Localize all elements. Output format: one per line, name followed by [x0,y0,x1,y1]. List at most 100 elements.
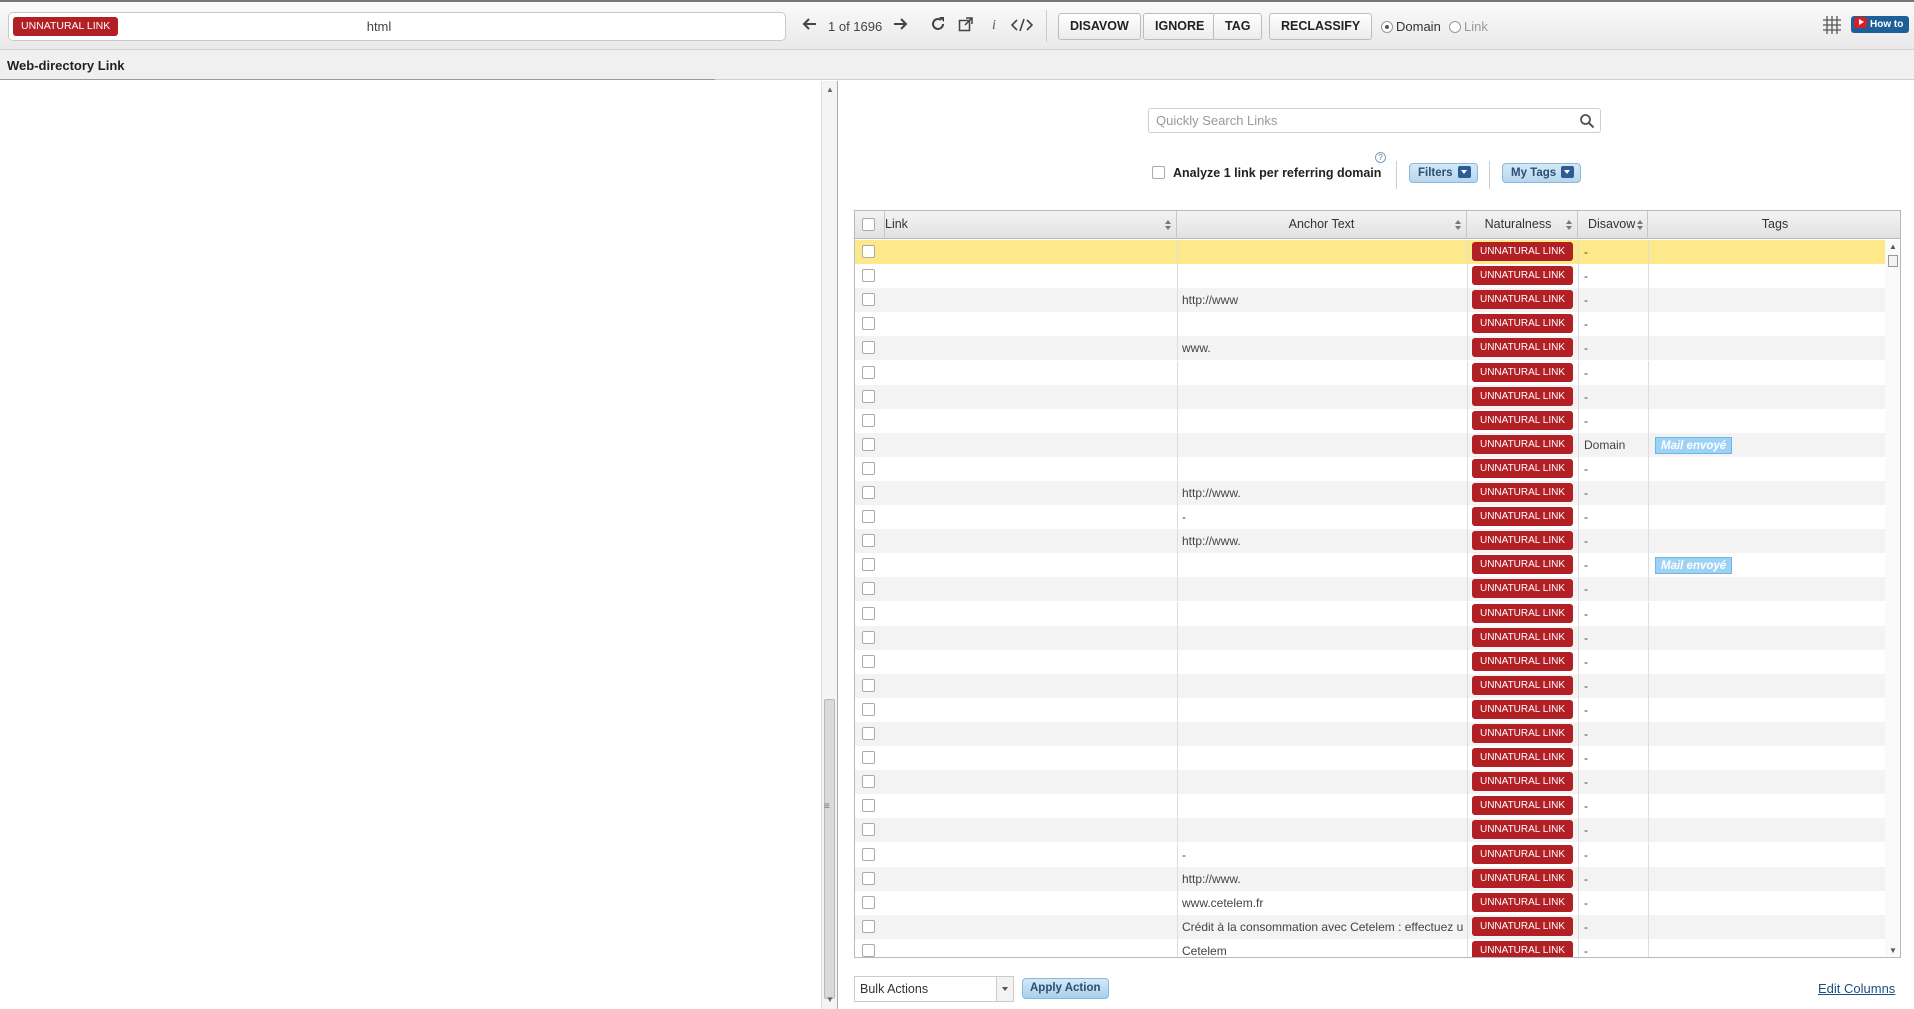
url-text[interactable]: html [154,13,604,40]
tag-badge[interactable]: Mail envoyé [1655,557,1733,575]
search-icon[interactable] [1579,113,1595,129]
link-cell[interactable] [885,505,1177,529]
table-row[interactable]: www.cetelem.fr UNNATURAL LINK - [855,891,1885,915]
naturalness-badge[interactable]: UNNATURAL LINK [1472,459,1573,478]
row-checkbox[interactable] [862,727,875,740]
row-checkbox[interactable] [862,245,875,258]
link-cell[interactable] [885,891,1177,915]
link-cell[interactable] [885,794,1177,818]
naturalness-badge[interactable]: UNNATURAL LINK [1472,387,1573,406]
column-header-anchor[interactable]: Anchor Text [1177,211,1467,239]
bulk-actions-select[interactable]: Bulk Actions [854,976,1014,1002]
naturalness-badge[interactable]: UNNATURAL LINK [1472,604,1573,623]
table-row[interactable]: UNNATURAL LINK - [855,385,1885,409]
column-header-link[interactable]: Link [885,211,1177,239]
naturalness-badge[interactable]: UNNATURAL LINK [1472,242,1573,261]
link-cell[interactable] [885,336,1177,360]
sort-icon[interactable] [1455,220,1462,230]
link-cell[interactable] [885,818,1177,842]
row-checkbox[interactable] [862,848,875,861]
naturalness-badge[interactable]: UNNATURAL LINK [1472,435,1573,454]
naturalness-badge[interactable]: UNNATURAL LINK [1472,941,1573,957]
naturalness-badge[interactable]: UNNATURAL LINK [1472,652,1573,671]
url-bar[interactable]: UNNATURAL LINK html [8,12,786,41]
grid-icon[interactable] [1822,15,1842,35]
naturalness-badge[interactable]: UNNATURAL LINK [1472,555,1573,574]
analyze-checkbox[interactable] [1152,166,1165,179]
table-row[interactable]: UNNATURAL LINK - [855,746,1885,770]
naturalness-badge[interactable]: UNNATURAL LINK [1472,845,1573,864]
row-checkbox[interactable] [862,438,875,451]
table-row[interactable]: - UNNATURAL LINK - [855,505,1885,529]
row-checkbox[interactable] [862,341,875,354]
row-checkbox[interactable] [862,751,875,764]
row-checkbox[interactable] [862,920,875,933]
link-cell[interactable] [885,722,1177,746]
table-row[interactable]: UNNATURAL LINK - [855,457,1885,481]
row-checkbox[interactable] [862,872,875,885]
row-checkbox[interactable] [862,414,875,427]
row-checkbox[interactable] [862,775,875,788]
table-row[interactable]: UNNATURAL LINK Domain Mail envoyé [855,433,1885,457]
row-checkbox[interactable] [862,293,875,306]
link-cell[interactable] [885,602,1177,626]
link-cell[interactable] [885,843,1177,867]
link-cell[interactable] [885,626,1177,650]
table-row[interactable]: Crédit à la consommation avec Cetelem : … [855,915,1885,939]
edit-columns-link[interactable]: Edit Columns [1818,981,1895,996]
table-row[interactable]: http://www. UNNATURAL LINK - [855,481,1885,505]
naturalness-badge[interactable]: UNNATURAL LINK [1472,483,1573,502]
table-row[interactable]: UNNATURAL LINK - [855,577,1885,601]
link-cell[interactable] [885,867,1177,891]
table-row[interactable]: UNNATURAL LINK - [855,818,1885,842]
filters-button[interactable]: Filters [1409,163,1478,183]
sort-icon[interactable] [1165,220,1172,230]
table-row[interactable]: http://www. UNNATURAL LINK - [855,529,1885,553]
row-checkbox[interactable] [862,823,875,836]
external-link-icon[interactable] [956,15,976,37]
link-cell[interactable] [885,650,1177,674]
table-row[interactable]: UNNATURAL LINK - [855,264,1885,288]
column-header-naturalness[interactable]: Naturalness [1467,211,1578,239]
radio-domain[interactable]: Domain [1381,19,1441,34]
naturalness-badge[interactable]: UNNATURAL LINK [1472,772,1573,791]
row-checkbox[interactable] [862,944,875,957]
scroll-thumb[interactable] [824,699,835,999]
naturalness-badge[interactable]: UNNATURAL LINK [1472,266,1573,285]
link-cell[interactable] [885,553,1177,577]
code-icon[interactable] [1008,15,1036,37]
table-row[interactable]: UNNATURAL LINK - [855,602,1885,626]
search-box[interactable] [1148,108,1601,133]
naturalness-badge[interactable]: UNNATURAL LINK [1472,700,1573,719]
scroll-up-arrow-icon[interactable]: ▲ [826,85,834,94]
scroll-up-arrow-icon[interactable]: ▲ [1889,242,1897,251]
table-row[interactable]: http://www. UNNATURAL LINK - [855,867,1885,891]
scroll-down-arrow-icon[interactable]: ▼ [826,995,834,1004]
table-row[interactable]: http://www UNNATURAL LINK - [855,288,1885,312]
sort-icon[interactable] [1566,220,1573,230]
naturalness-badge[interactable]: UNNATURAL LINK [1472,531,1573,550]
naturalness-badge[interactable]: UNNATURAL LINK [1472,820,1573,839]
column-header-disavow[interactable]: Disavow [1578,211,1648,239]
table-row[interactable]: UNNATURAL LINK - [855,722,1885,746]
table-row[interactable]: UNNATURAL LINK - [855,409,1885,433]
link-cell[interactable] [885,457,1177,481]
naturalness-badge[interactable]: UNNATURAL LINK [1472,363,1573,382]
table-row[interactable]: UNNATURAL LINK - [855,312,1885,336]
row-checkbox[interactable] [862,679,875,692]
link-cell[interactable] [885,385,1177,409]
table-row[interactable]: UNNATURAL LINK - [855,794,1885,818]
chevron-down-icon[interactable] [996,977,1013,1001]
naturalness-badge[interactable]: UNNATURAL LINK [1472,314,1573,333]
naturalness-badge[interactable]: UNNATURAL LINK [1472,290,1573,309]
search-input[interactable] [1149,109,1569,132]
refresh-icon[interactable] [928,15,948,37]
radio-domain-dot[interactable] [1381,21,1393,33]
row-checkbox[interactable] [862,655,875,668]
link-cell[interactable] [885,312,1177,336]
naturalness-badge[interactable]: UNNATURAL LINK [1472,917,1573,936]
row-checkbox[interactable] [862,510,875,523]
row-checkbox[interactable] [862,317,875,330]
row-checkbox[interactable] [862,558,875,571]
table-row[interactable]: - UNNATURAL LINK - [855,843,1885,867]
